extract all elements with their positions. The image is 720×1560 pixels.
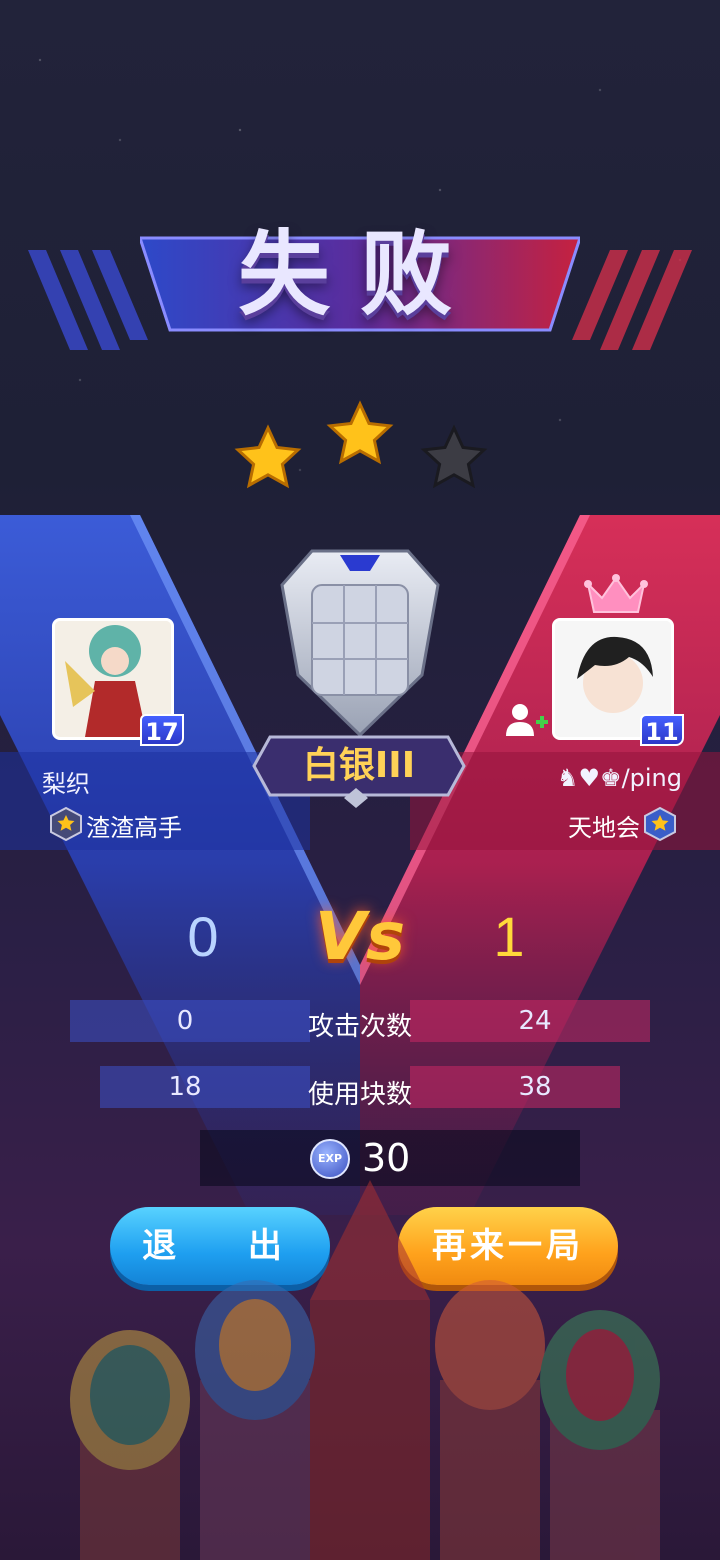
- exp-value: 30: [362, 1136, 411, 1180]
- banner-wing-left: [28, 250, 148, 350]
- right-blocks-used: 38: [518, 1072, 552, 1102]
- exp-icon: EXP: [310, 1139, 350, 1179]
- add-friend-icon[interactable]: [504, 702, 550, 738]
- banner-wing-right: [572, 250, 692, 350]
- crown-icon: [584, 574, 648, 613]
- left-blocks-used: 18: [168, 1072, 202, 1102]
- star-1-icon: [234, 424, 302, 489]
- castle-background-illustration: [70, 1180, 660, 1560]
- blocks-used-label: 使用块数: [307, 1080, 412, 1110]
- result-title: 失败: [237, 221, 482, 328]
- rank-trophy-icon: [280, 549, 440, 738]
- right-player-clan: 天地会: [568, 814, 640, 842]
- vs-label: Vs: [314, 898, 406, 975]
- star-2-icon: [326, 400, 394, 465]
- left-player-level: 17: [140, 714, 184, 746]
- left-attack-count: 0: [176, 1006, 194, 1036]
- right-attack-count: 24: [518, 1006, 552, 1036]
- right-score: 1: [493, 905, 525, 968]
- left-clan-emblem-icon: [50, 806, 82, 842]
- left-score: 0: [187, 905, 219, 968]
- exp-icon-text: EXP: [317, 1152, 343, 1165]
- right-player-level: 11: [640, 714, 684, 746]
- left-player-name: 梨织: [42, 770, 90, 798]
- left-player-clan: 渣渣高手: [86, 814, 182, 842]
- rank-diamond-icon: [344, 788, 368, 808]
- right-player-name: ♞♥♚/ping: [557, 764, 682, 792]
- star-3-empty-icon: [420, 424, 488, 489]
- right-clan-emblem-icon: [644, 806, 676, 842]
- attack-count-label: 攻击次数: [307, 1012, 412, 1042]
